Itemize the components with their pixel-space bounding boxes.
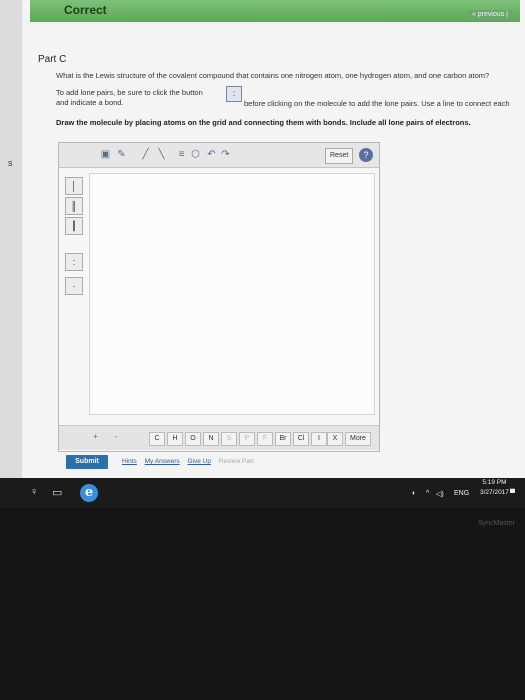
chevron-up-icon[interactable]: ^ — [426, 490, 429, 497]
instruction-line-1: To add lone pairs, be sure to click the … — [56, 88, 203, 97]
more-atoms-button[interactable]: More — [345, 432, 371, 446]
help-icon[interactable]: ? — [359, 148, 373, 162]
triple-bond-tool-icon[interactable]: ┃ — [65, 217, 83, 235]
task-view-icon[interactable]: ▭ — [52, 486, 62, 499]
redo-icon[interactable]: ↷ — [219, 148, 232, 161]
screen: s Correct « previous | Part C What is th… — [0, 0, 525, 478]
clock-time: 5:19 PM — [482, 479, 507, 486]
undo-icon[interactable]: ↶ — [205, 148, 218, 161]
lone-pair-tool-icon[interactable]: : — [65, 253, 83, 271]
monitor-brand-label: SyncMaster — [478, 520, 515, 527]
part-title: Part C — [38, 54, 67, 65]
left-strip-letter: s — [8, 158, 13, 168]
action-links: Hints My Answers Give Up Review Part — [122, 458, 254, 465]
microphone-icon[interactable]: ♀ — [30, 486, 38, 498]
double-bond-tool-icon[interactable]: ║ — [65, 197, 83, 215]
previous-link[interactable]: « previous | — [466, 10, 513, 19]
atom-f-button[interactable]: F — [257, 432, 273, 446]
atom-toolbar: + - C H O N S P F Br Cl I More X — [59, 425, 379, 450]
single-bond-icon[interactable]: ╱ — [139, 148, 152, 161]
draw-instruction: Draw the molecule by placing atoms on th… — [56, 118, 471, 127]
charge-minus-button[interactable]: - — [115, 432, 118, 441]
atom-p-button[interactable]: P — [239, 432, 255, 446]
network-icon[interactable]: ◐ — [412, 490, 416, 497]
molecule-editor: ▣ ✎ ╱ ╲ ≡ ⬡ ↶ ↷ Reset ? │ ║ ┃ : · + - C … — [58, 142, 380, 452]
atom-c-button[interactable]: C — [149, 432, 165, 446]
instruction-line-2: and indicate a bond. — [56, 98, 124, 107]
correct-banner: Correct — [30, 0, 520, 22]
reset-button[interactable]: Reset — [325, 148, 354, 164]
instruction-line-1b: before clicking on the molecule to add t… — [244, 99, 510, 108]
radical-tool-icon[interactable]: · — [65, 277, 83, 295]
editor-sidebar: │ ║ ┃ : · — [65, 177, 83, 407]
submit-button[interactable]: Submit — [66, 455, 108, 469]
system-clock[interactable]: 5:19 PM 3/27/2017 — [480, 478, 509, 498]
atom-x-button[interactable]: X — [327, 432, 343, 446]
atom-br-button[interactable]: Br — [275, 432, 291, 446]
select-tool-icon[interactable]: ▣ — [99, 148, 112, 161]
atom-cl-button[interactable]: Cl — [293, 432, 309, 446]
my-answers-link[interactable]: My Answers — [145, 458, 180, 465]
hints-link[interactable]: Hints — [122, 458, 137, 465]
clock-date: 3/27/2017 — [480, 489, 509, 496]
atom-i-button[interactable]: I — [311, 432, 327, 446]
ring-icon[interactable]: ⬡ — [189, 148, 202, 161]
notification-icon[interactable]: ▀ — [510, 490, 515, 497]
editor-toolbar: ▣ ✎ ╱ ╲ ≡ ⬡ ↶ ↷ Reset ? — [59, 143, 379, 168]
atom-o-button[interactable]: O — [185, 432, 201, 446]
review-part-link[interactable]: Review Part — [219, 458, 254, 465]
triple-bond-icon[interactable]: ≡ — [175, 148, 188, 161]
lone-pair-button[interactable]: : — [226, 86, 242, 102]
left-strip: s — [0, 0, 23, 478]
correct-label: Correct — [64, 3, 107, 17]
single-bond-tool-icon[interactable]: │ — [65, 177, 83, 195]
drawing-canvas[interactable] — [89, 173, 375, 415]
atom-s-button[interactable]: S — [221, 432, 237, 446]
language-indicator[interactable]: ENG — [454, 490, 469, 497]
double-bond-icon[interactable]: ╲ — [155, 148, 168, 161]
atom-h-button[interactable]: H — [167, 432, 183, 446]
windows-taskbar: ♀ ▭ — [0, 478, 525, 508]
atom-n-button[interactable]: N — [203, 432, 219, 446]
give-up-link[interactable]: Give Up — [187, 458, 210, 465]
instruction-text: To add lone pairs, be sure to click the … — [56, 88, 203, 108]
question-text: What is the Lewis structure of the coval… — [56, 71, 490, 80]
charge-plus-button[interactable]: + — [93, 432, 98, 441]
volume-icon[interactable]: ◁) — [436, 490, 444, 498]
edge-browser-icon[interactable]: e — [80, 484, 98, 502]
eraser-icon[interactable]: ✎ — [115, 148, 128, 161]
